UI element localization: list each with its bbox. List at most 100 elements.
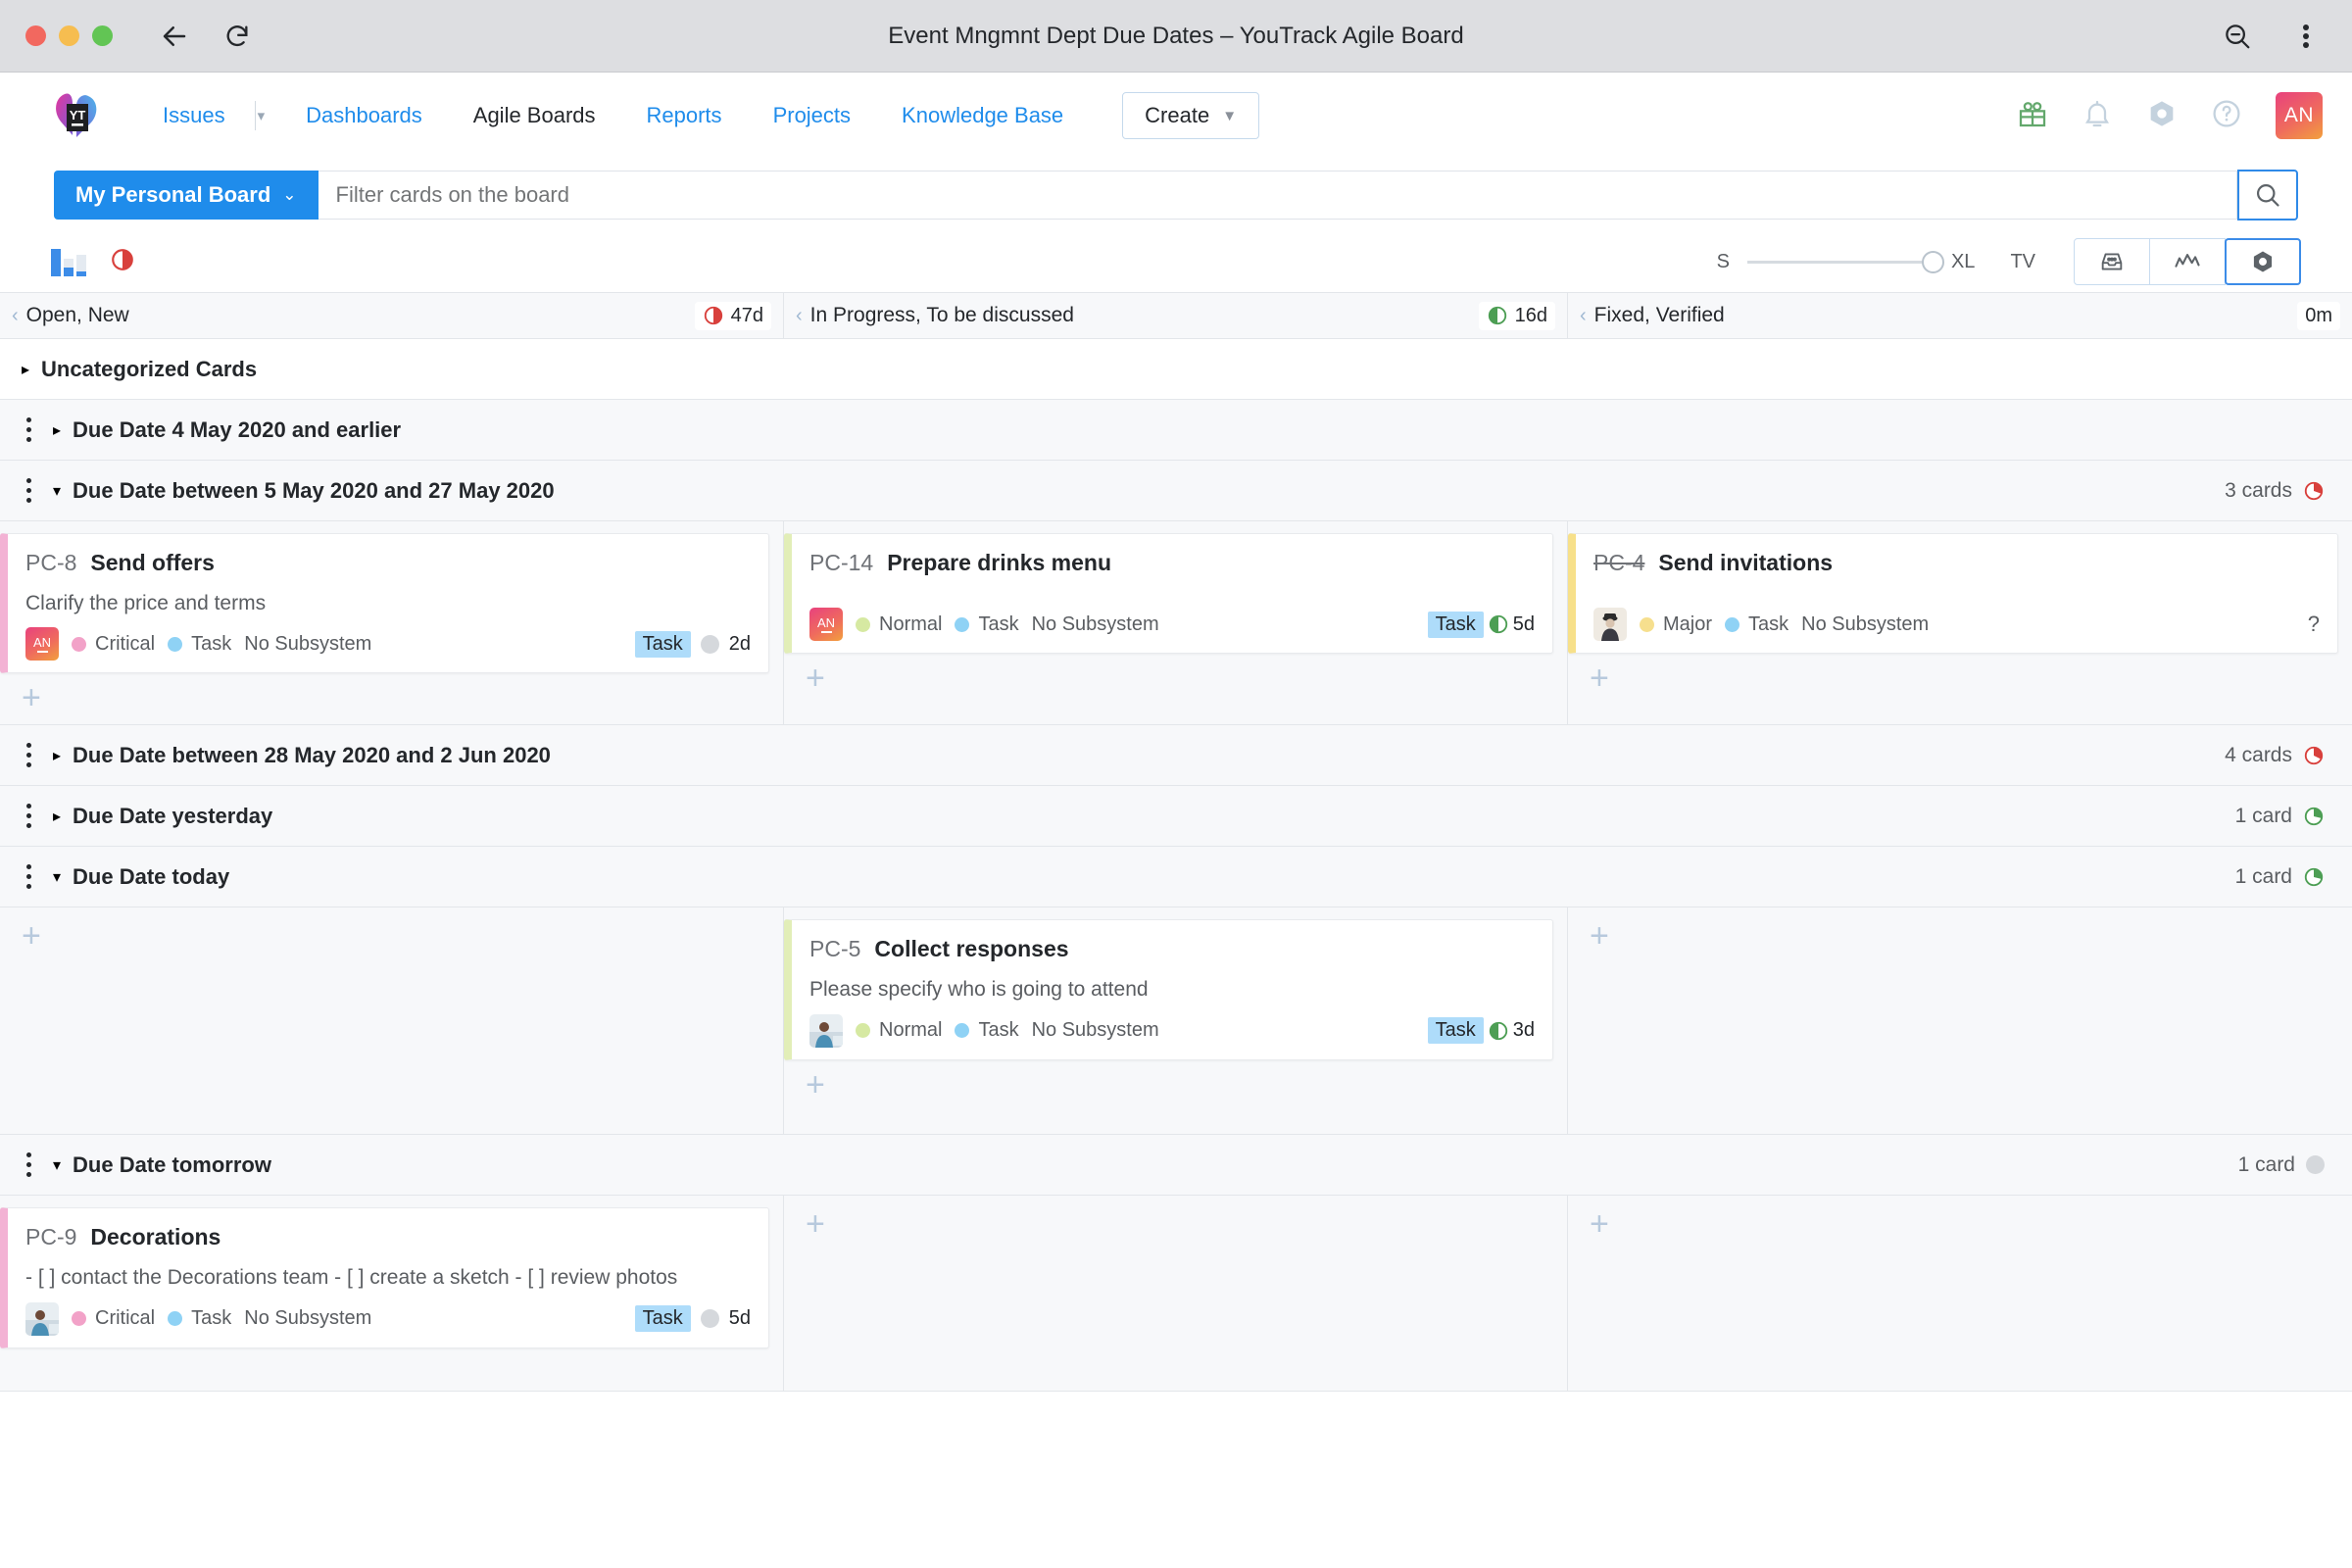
add-card-button[interactable]: + [22,681,769,714]
swimlane-header-today[interactable]: ▾ Due Date today 1 card [0,847,2352,908]
chevron-down-icon[interactable]: ▾ [254,101,281,130]
card-priority: Critical [72,633,155,656]
type-dot-icon [168,636,183,652]
card-subsystem: No Subsystem [1031,1019,1159,1042]
card-description: Please specify who is going to attend [809,978,1149,1002]
collapse-column-icon[interactable]: ‹ [796,305,803,327]
nav-item-knowledge-base[interactable]: Knowledge Base [876,103,1089,128]
swimlane-title: Due Date between 5 May 2020 and 27 May 2… [73,477,555,503]
bar-chart-icon[interactable] [51,247,86,276]
nav-item-reports[interactable]: Reports [621,103,748,128]
swimlane-header-4-may-earlier[interactable]: ▸ Due Date 4 May 2020 and earlier [0,400,2352,461]
collapse-column-icon[interactable]: ‹ [1580,305,1587,327]
swimlane-header-28-may-2-jun[interactable]: ▸ Due Date between 28 May 2020 and 2 Jun… [0,725,2352,787]
swimlane-drag-handle[interactable] [18,864,39,890]
board-settings-nut-icon[interactable] [2225,238,2301,285]
card-pc-4[interactable]: PC-4 Send invitations Major Task No Subs… [1568,533,2338,654]
swimlane-cell-fixed-verified: + [1568,1196,2352,1391]
swimlane-header-tomorrow[interactable]: ▾ Due Date tomorrow 1 card [0,1135,2352,1197]
swimlane-header-uncategorized[interactable]: ▸ Uncategorized Cards [0,339,2352,400]
expand-triangle-icon[interactable]: ▸ [53,420,61,440]
expand-triangle-icon[interactable]: ▸ [53,746,61,765]
add-card-button[interactable]: + [1590,1207,2338,1241]
minimize-window-button[interactable] [59,25,79,46]
collapse-column-icon[interactable]: ‹ [12,305,19,327]
chart-line-icon[interactable] [2149,238,2226,285]
nav-item-projects[interactable]: Projects [748,103,876,128]
swimlane-cell-open-new: + [0,907,784,1135]
collapse-triangle-icon[interactable]: ▾ [53,481,61,501]
add-card-button[interactable]: + [806,1068,1553,1102]
swimlane-drag-handle[interactable] [18,743,39,768]
settings-nut-icon[interactable] [2146,98,2178,134]
card-size-slider-group: S XL TV [1717,238,2301,285]
collapse-triangle-icon[interactable]: ▾ [53,1155,61,1175]
card-tag[interactable]: Task [1427,1017,1484,1045]
card-pc-8[interactable]: PC-8 Send offers Clarify the price and t… [0,533,769,674]
bell-icon[interactable] [2082,98,2113,134]
expand-triangle-icon[interactable]: ▸ [53,807,61,826]
nav-item-dashboards[interactable]: Dashboards [280,103,448,128]
swimlane-title: Due Date yesterday [73,803,273,828]
swimlane-body-tomorrow: PC-9 Decorations - [ ] contact the Decor… [0,1196,2352,1393]
swimlane-count-label: 4 cards [2225,743,2292,766]
avatar [809,1013,843,1048]
column-time-value: 16d [1514,304,1547,326]
avatar-initials: AN [32,634,52,650]
swimlane-header-5-27-may[interactable]: ▾ Due Date between 5 May 2020 and 27 May… [0,461,2352,521]
filter-cards-input[interactable] [335,182,2219,208]
swimlane-drag-handle[interactable] [18,417,39,442]
swimlane-drag-handle[interactable] [18,1152,39,1178]
card-tag[interactable]: Task [634,1305,691,1333]
priority-dot-icon [856,616,870,632]
swimlane-header-yesterday[interactable]: ▸ Due Date yesterday 1 card [0,786,2352,848]
kebab-menu-icon[interactable] [2289,20,2323,53]
add-card-button[interactable]: + [22,919,769,953]
board-selector-dropdown[interactable]: My Personal Board ⌄ [54,171,318,220]
close-window-button[interactable] [25,25,46,46]
zoom-out-icon[interactable] [2221,20,2254,53]
youtrack-logo[interactable]: YT [51,90,102,141]
create-button[interactable]: Create ▼ [1122,92,1260,139]
help-icon[interactable] [2211,98,2242,134]
swimlane-cell-fixed-verified: PC-4 Send invitations Major Task No Subs… [1568,521,2352,724]
filter-input-wrapper[interactable] [318,171,2237,220]
column-title: In Progress, To be discussed [809,304,1074,326]
add-card-button[interactable]: + [806,662,1553,695]
red-pie-timer-icon[interactable] [110,247,135,277]
gift-icon[interactable] [2017,98,2048,134]
user-avatar[interactable]: AN [2276,92,2323,139]
card-tag[interactable]: Task [634,630,691,658]
card-id: PC-9 [25,1224,77,1250]
swimlane-drag-handle[interactable] [18,804,39,829]
add-card-button[interactable]: + [1590,919,2338,953]
swimlane-title: Uncategorized Cards [41,356,258,381]
add-card-button[interactable]: + [1590,662,2338,695]
window-traffic-lights [25,25,113,46]
column-time-value: 47d [730,304,763,326]
nav-item-agile-boards[interactable]: Agile Boards [448,103,621,128]
card-tag[interactable]: Task [1427,611,1484,638]
gray-circle-icon [2306,1155,2325,1175]
card-id: PC-8 [25,550,77,575]
expand-triangle-icon[interactable]: ▸ [22,360,29,379]
back-arrow-icon[interactable] [158,20,191,53]
card-pc-9[interactable]: PC-9 Decorations - [ ] contact the Decor… [0,1207,769,1348]
collapse-triangle-icon[interactable]: ▾ [53,867,61,887]
slider-knob[interactable] [1921,250,1944,273]
tv-mode-button[interactable]: TV [2010,251,2035,273]
reload-icon[interactable] [220,20,254,53]
card-pc-14[interactable]: PC-14 Prepare drinks menu AN Normal Task… [784,533,1553,654]
nav-item-issues[interactable]: Issues [137,103,251,128]
inbox-icon[interactable] [2074,238,2150,285]
card-title: Prepare drinks menu [887,550,1112,575]
chevron-down-icon: ▼ [1222,107,1238,124]
swimlane-card-count: 3 cards [2225,479,2325,503]
card-size-slider[interactable] [1746,250,1944,273]
add-card-button[interactable]: + [806,1207,1553,1241]
card-pc-5[interactable]: PC-5 Collect responses Please specify wh… [784,919,1553,1060]
search-button[interactable] [2237,170,2298,220]
swimlane-cell-fixed-verified: + [1568,907,2352,1134]
maximize-window-button[interactable] [92,25,113,46]
swimlane-drag-handle[interactable] [18,478,39,503]
